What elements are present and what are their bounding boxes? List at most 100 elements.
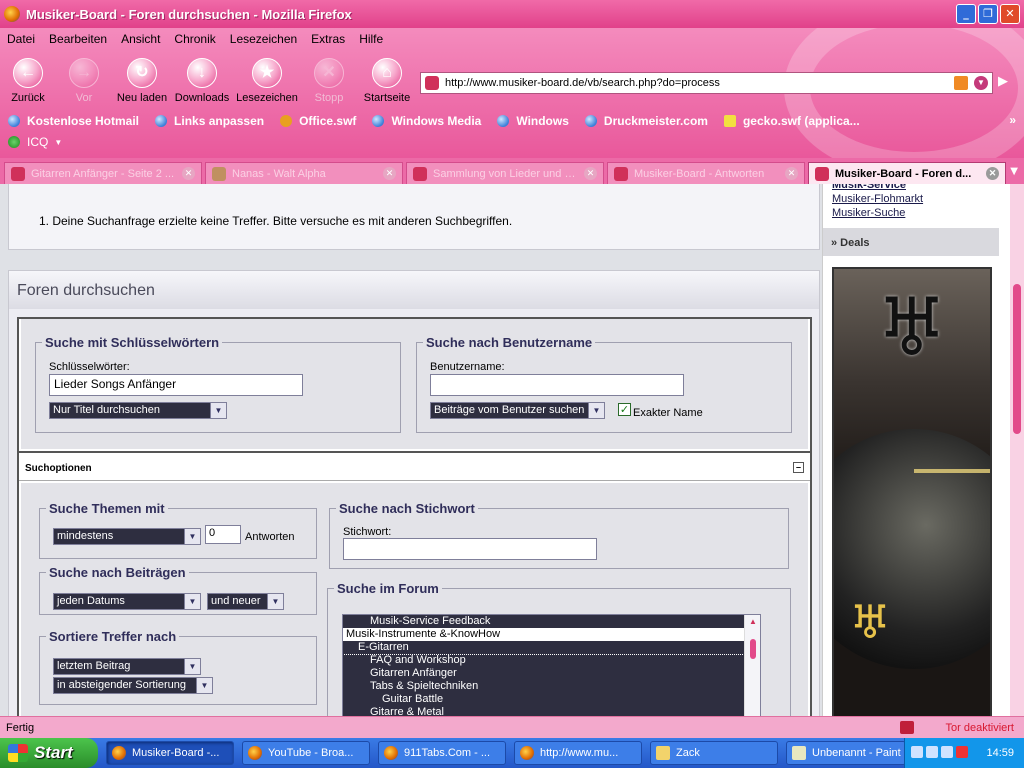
bookmark-druckmeister[interactable]: Druckmeister.com (584, 114, 708, 128)
taskbar-item-youtube[interactable]: YouTube - Broa... (242, 741, 370, 765)
tray-network-icon[interactable] (926, 746, 938, 758)
sidebar-link-flohmarkt[interactable]: Musiker-Flohmarkt (832, 192, 1010, 206)
taskbar-item-label: Zack (676, 747, 700, 759)
bookmarks-label: Lesezeichen (236, 92, 298, 104)
menu-extras[interactable]: Extras (304, 32, 352, 46)
collapse-icon[interactable]: – (793, 462, 804, 473)
reply-count-mode-select[interactable]: mindestens ▼ (53, 528, 201, 545)
reload-label: Neu laden (116, 92, 168, 104)
forum-list-item[interactable]: FAQ and Workshop (343, 654, 760, 667)
tab-gitarren-anfaenger[interactable]: Gitarren Anfänger - Seite 2 ... ✕ (4, 162, 202, 184)
bookmark-office-swf[interactable]: Office.swf (280, 114, 356, 128)
rss-feed-icon[interactable] (954, 76, 968, 90)
scroll-up-arrow-icon[interactable]: ▲ (749, 617, 757, 626)
title-bar: Musiker-Board - Foren durchsuchen - Mozi… (0, 0, 1024, 28)
forum-list-item[interactable]: Musik-Service Feedback (343, 615, 760, 628)
sort-order-select[interactable]: in absteigender Sortierung ▼ (53, 677, 213, 694)
taskbar-item-label: YouTube - Broa... (268, 747, 354, 759)
tab-antworten[interactable]: Musiker-Board - Antworten ✕ (607, 162, 805, 184)
forward-button[interactable]: → Vor (66, 58, 102, 104)
username-input[interactable] (430, 374, 684, 396)
tab-close-icon[interactable]: ✕ (986, 167, 999, 180)
musiker-board-favicon-icon (413, 166, 427, 181)
keyword-mode-select[interactable]: Nur Titel durchsuchen ▼ (49, 402, 227, 419)
tray-antivirus-icon[interactable] (956, 746, 968, 758)
tag-input[interactable] (343, 538, 597, 560)
page-scrollbar-thumb[interactable] (1013, 284, 1021, 434)
username-mode-select[interactable]: Beiträge vom Benutzer suchen ▼ (430, 402, 605, 419)
menu-bearbeiten[interactable]: Bearbeiten (42, 32, 114, 46)
reload-button[interactable]: ↻ Neu laden (116, 58, 168, 104)
menu-ansicht[interactable]: Ansicht (114, 32, 167, 46)
window-controls: _ ❐ ✕ (956, 4, 1020, 24)
sidebar-link-musiker-suche[interactable]: Musiker-Suche (832, 206, 1010, 220)
sort-by-select[interactable]: letztem Beitrag ▼ (53, 658, 201, 675)
tab-list-chevron-icon[interactable]: ▼ (1010, 166, 1018, 177)
tray-volume-icon[interactable] (941, 746, 953, 758)
forum-list-item[interactable]: Gitarre & Metal (343, 706, 760, 716)
maximize-button[interactable]: ❐ (978, 4, 998, 24)
keywords-input[interactable]: Lieder Songs Anfänger (49, 374, 303, 396)
bookmark-gecko-swf[interactable]: gecko.swf (applica... (723, 114, 860, 128)
bookmark-windows-media[interactable]: Windows Media (372, 114, 481, 128)
bookmark-label: Links anpassen (174, 114, 265, 128)
minimize-button[interactable]: _ (956, 4, 976, 24)
url-text[interactable]: http://www.musiker-board.de/vb/search.ph… (445, 77, 720, 89)
taskbar-item-911tabs[interactable]: 911Tabs.Com - ... (378, 741, 506, 765)
stop-button[interactable]: ✕ Stopp (312, 58, 346, 104)
post-date-direction-select[interactable]: und neuer ▼ (207, 593, 284, 610)
forum-list-item[interactable]: E-Gitarren (343, 640, 760, 655)
forum-list-item[interactable]: Musik-Instrumente &-KnowHow (343, 628, 760, 641)
tray-arrow-icon[interactable] (911, 746, 923, 758)
start-button[interactable]: Start (0, 738, 98, 768)
tab-close-icon[interactable]: ✕ (383, 167, 396, 180)
forum-list-item[interactable]: Gitarren Anfänger (343, 667, 760, 680)
forum-listbox[interactable]: Musik-Service Feedback Musik-Instrumente … (342, 614, 761, 716)
tab-nanas[interactable]: Nanas - Walt Alpha ✕ (205, 162, 403, 184)
bookmarks-overflow-button[interactable]: » (1009, 113, 1016, 127)
page-scrollbar[interactable] (1010, 184, 1024, 716)
close-button[interactable]: ✕ (1000, 4, 1020, 24)
go-arrow-icon[interactable]: ▶ (998, 74, 1014, 90)
tab-close-icon[interactable]: ✕ (182, 167, 195, 180)
bookmarks-button[interactable]: ★ Lesezeichen (236, 58, 298, 104)
clock[interactable]: 14:59 (986, 747, 1014, 759)
advertisement-banner[interactable]: ♅ ♅ (832, 267, 992, 716)
taskbar-item-url[interactable]: http://www.mu... (514, 741, 642, 765)
tor-status-button[interactable]: Tor deaktiviert (946, 722, 1014, 734)
icq-button[interactable]: ICQ ▼ (8, 135, 62, 149)
taskbar-item-paint[interactable]: Unbenannt - Paint (786, 741, 906, 765)
taskbar-item-musiker-board[interactable]: Musiker-Board -... (106, 741, 234, 765)
taskbar-item-zack[interactable]: Zack (650, 741, 778, 765)
home-button[interactable]: ⌂ Startseite (360, 58, 414, 104)
sidebar-link-musik-service[interactable]: Musik-Service (832, 184, 1010, 192)
history-dropdown-icon[interactable]: ▼ (974, 76, 988, 90)
downloads-button[interactable]: ↓ Downloads (174, 58, 230, 104)
tab-sammlung[interactable]: Sammlung von Lieder und S... ✕ (406, 162, 604, 184)
bookmark-links-anpassen[interactable]: Links anpassen (155, 114, 264, 128)
reply-count-input[interactable]: 0 (205, 525, 241, 544)
navigation-toolbar: ← Zurück → Vor ↻ Neu laden ↓ Downloads ★… (0, 54, 420, 110)
menu-hilfe[interactable]: Hilfe (352, 32, 390, 46)
bookmark-kostenlose-hotmail[interactable]: Kostenlose Hotmail (8, 114, 139, 128)
scrollbar-thumb[interactable] (750, 639, 756, 659)
post-date-select[interactable]: jeden Datums ▼ (53, 593, 201, 610)
bookmark-windows[interactable]: Windows (497, 114, 569, 128)
search-options-title: Suchoptionen (25, 463, 92, 474)
search-options-header[interactable]: Suchoptionen – (19, 451, 810, 481)
menu-datei[interactable]: Datei (0, 32, 42, 46)
forum-list-item[interactable]: Guitar Battle (343, 693, 760, 706)
deals-header[interactable]: » Deals (823, 228, 999, 256)
menu-lesezeichen[interactable]: Lesezeichen (223, 32, 304, 46)
forum-list-item[interactable]: Tabs & Spieltechniken (343, 680, 760, 693)
chevron-down-icon: ▼ (196, 678, 212, 693)
tab-foren-durchsuchen[interactable]: Musiker-Board - Foren d... ✕ (808, 162, 1006, 184)
menu-chronik[interactable]: Chronik (167, 32, 222, 46)
url-bar[interactable]: http://www.musiker-board.de/vb/search.ph… (420, 72, 993, 94)
forum-list-scrollbar[interactable]: ▲ (744, 615, 760, 716)
tab-close-icon[interactable]: ✕ (785, 167, 798, 180)
back-button[interactable]: ← Zurück (8, 58, 48, 104)
exact-name-checkbox[interactable]: ✓ (618, 403, 631, 416)
tor-onion-icon[interactable] (900, 721, 914, 734)
tab-close-icon[interactable]: ✕ (584, 167, 597, 180)
